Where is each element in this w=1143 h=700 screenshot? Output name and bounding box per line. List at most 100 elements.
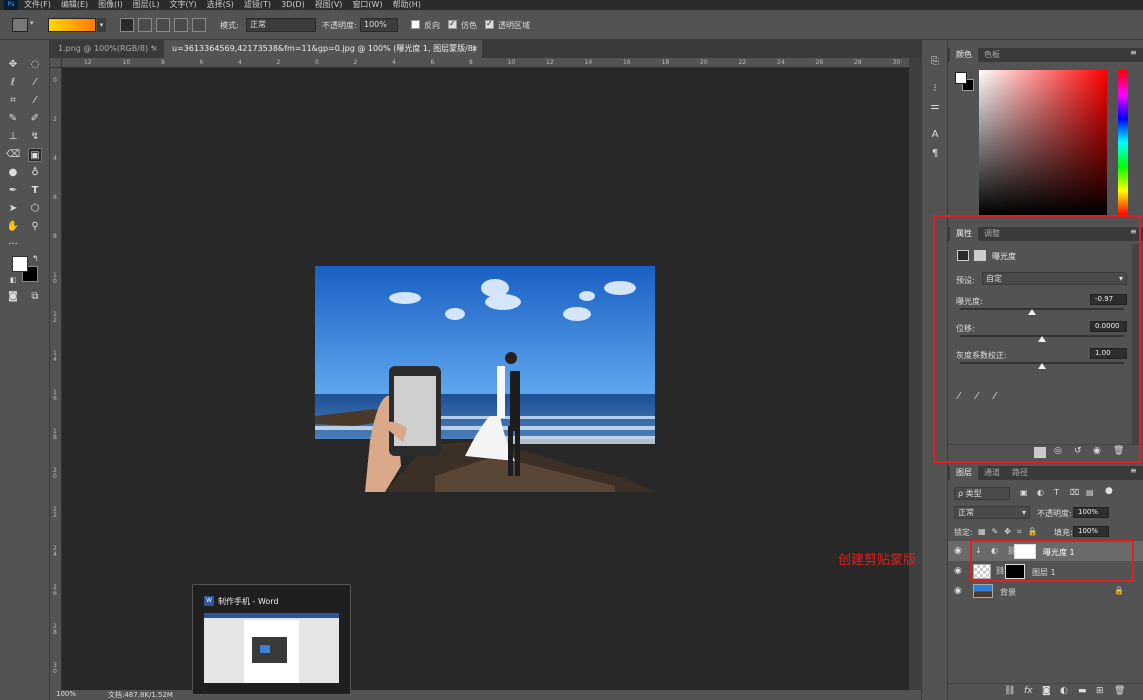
filter-type-icon[interactable]: T — [1054, 488, 1059, 497]
stamp-tool-icon[interactable]: ⊥ — [6, 130, 20, 144]
lasso-tool-icon[interactable]: ℓ — [6, 76, 20, 90]
menu-item[interactable]: 滤镜(T) — [244, 0, 271, 10]
gradient-tool-icon[interactable] — [12, 18, 28, 32]
menu-item[interactable]: 窗口(W) — [352, 0, 382, 10]
quick-mask-icon[interactable]: ◙ — [6, 290, 20, 304]
panel-menu-icon[interactable]: ≡ — [1130, 48, 1137, 57]
radial-gradient-button[interactable] — [138, 18, 152, 32]
layer-row-background[interactable]: ◉ 背景 🔒 — [948, 581, 1143, 601]
screen-mode-icon[interactable]: ⧉ — [28, 290, 42, 304]
gradient-swatch[interactable] — [48, 18, 96, 32]
vertical-scrollbar[interactable] — [909, 58, 921, 690]
layer-style-icon[interactable]: fx — [1024, 686, 1033, 696]
tab-paths[interactable]: 路径 — [1006, 466, 1034, 480]
type-tool-icon[interactable]: T — [28, 184, 42, 198]
fg-color-mini[interactable] — [955, 72, 967, 84]
delete-layer-icon[interactable]: 🗑 — [1114, 686, 1125, 696]
filter-shape-icon[interactable]: ⌧ — [1070, 488, 1079, 497]
dither-checkbox[interactable] — [448, 19, 457, 29]
adjustments-icon[interactable]: ⚌ — [928, 100, 942, 114]
pen-tool-icon[interactable]: ✒ — [6, 184, 20, 198]
filter-pixel-icon[interactable]: ▣ — [1020, 488, 1028, 497]
link-layers-icon[interactable]: ⛓ — [1004, 686, 1015, 696]
reverse-checkbox[interactable] — [411, 20, 420, 29]
lock-pixels-icons[interactable]: ▦✎✥⌗🔒 — [978, 527, 1043, 537]
document-image[interactable] — [315, 266, 655, 492]
history-brush-tool-icon[interactable]: ↯ — [28, 130, 42, 144]
marquee-tool-icon[interactable]: ◌ — [28, 58, 42, 72]
close-icon[interactable]: × — [471, 40, 478, 58]
layer-name[interactable]: 背景 — [1000, 587, 1016, 598]
path-select-tool-icon[interactable]: ➤ — [6, 202, 20, 216]
tab-1png[interactable]: 1.png @ 100%(RGB/8) * × — [50, 40, 162, 58]
new-layer-icon[interactable]: ⊞ — [1096, 686, 1104, 696]
dodge-tool-icon[interactable]: ♁ — [28, 166, 42, 180]
eye-icon[interactable]: ◉ — [954, 546, 962, 556]
layer-thumbnail[interactable] — [973, 584, 993, 598]
menu-item[interactable]: 编辑(E) — [61, 0, 88, 10]
transparency-checkbox[interactable] — [485, 19, 494, 29]
layer-filter-select[interactable]: ρ 类型 — [954, 487, 1010, 500]
filter-toggle-icon[interactable]: ● — [1105, 486, 1113, 496]
diamond-gradient-button[interactable] — [192, 18, 206, 32]
more-tools-icon[interactable]: ··· — [6, 238, 20, 252]
eyedropper-tool-icon[interactable]: ⁄ — [28, 94, 42, 108]
hue-slider[interactable] — [1118, 70, 1128, 215]
new-group-icon[interactable]: ▬ — [1078, 686, 1087, 696]
zoom-level[interactable]: 100% — [56, 690, 76, 698]
ruler-tick-label: 20 — [700, 59, 708, 66]
filter-adjustment-icon[interactable]: ◐ — [1037, 488, 1044, 497]
paragraph-icon[interactable]: ¶ — [928, 147, 942, 161]
close-icon[interactable]: × — [151, 40, 158, 58]
brush-tool-icon[interactable]: ✐ — [28, 112, 42, 126]
eye-icon[interactable]: ◉ — [954, 586, 962, 596]
tab-wedding-photo[interactable]: u=3613364569,42173538&fm=11&gp=0.jpg @ 1… — [164, 40, 482, 71]
zoom-tool-icon[interactable]: ⚲ — [28, 220, 42, 234]
tab-swatches[interactable]: 色板 — [978, 48, 1006, 62]
fill-input[interactable]: 100% — [1073, 526, 1109, 537]
add-mask-icon[interactable]: ◙ — [1042, 686, 1051, 696]
opacity-input[interactable]: 100% — [360, 18, 398, 32]
menu-item[interactable]: 3D(D) — [281, 0, 305, 10]
healing-tool-icon[interactable]: ✎ — [6, 112, 20, 126]
foreground-color-swatch[interactable] — [12, 256, 28, 272]
menu-item[interactable]: 视图(V) — [315, 0, 343, 10]
taskbar-thumbnail-word[interactable]: W 制作手机 - Word — [192, 584, 351, 695]
blur-tool-icon[interactable]: ● — [6, 166, 20, 180]
menu-item[interactable]: 图层(L) — [133, 0, 160, 10]
tab-layers[interactable]: 图层 — [950, 466, 978, 480]
mode-select[interactable]: 正常 — [246, 18, 316, 32]
menu-item[interactable]: 文字(Y) — [169, 0, 196, 10]
gradient-tool-selected-icon[interactable]: ▣ — [28, 148, 42, 162]
tool-preset-dropdown-icon[interactable]: ▾ — [30, 19, 34, 27]
menu-item[interactable]: 文件(F) — [24, 0, 51, 10]
ruler-tick-label: 18 — [661, 59, 670, 66]
swap-colors-icon[interactable]: ↰ — [32, 254, 39, 263]
tab-color[interactable]: 颜色 — [950, 48, 978, 62]
hand-tool-icon[interactable]: ✋ — [6, 220, 20, 234]
color-field[interactable] — [979, 70, 1107, 215]
new-adjustment-icon[interactable]: ◐ — [1060, 686, 1068, 696]
move-tool-icon[interactable]: ✥ — [6, 58, 20, 72]
reflected-gradient-button[interactable] — [174, 18, 188, 32]
history-icon[interactable]: ⎘ — [928, 55, 942, 69]
menu-item[interactable]: 图像(I) — [98, 0, 123, 10]
shape-tool-icon[interactable]: ⬡ — [28, 202, 42, 216]
menu-item[interactable]: 选择(S) — [207, 0, 234, 10]
menu-item[interactable]: 帮助(H) — [393, 0, 421, 10]
brush-settings-icon[interactable]: ⁝ — [928, 82, 942, 96]
gradient-dropdown-icon[interactable]: ▾ — [97, 18, 106, 32]
eraser-tool-icon[interactable]: ⌫ — [6, 148, 20, 162]
tab-channels[interactable]: 通道 — [978, 466, 1006, 480]
panel-menu-icon[interactable]: ≡ — [1130, 466, 1137, 475]
quick-select-tool-icon[interactable]: ⁄ — [28, 76, 42, 90]
blend-mode-select[interactable]: 正常 ▾ — [954, 506, 1030, 519]
character-icon[interactable]: A — [928, 128, 942, 142]
eye-icon[interactable]: ◉ — [954, 566, 962, 576]
filter-smart-object-icon[interactable]: ▤ — [1086, 488, 1094, 497]
default-colors-icon[interactable]: ◧ — [10, 276, 17, 284]
linear-gradient-button[interactable] — [120, 18, 134, 32]
layer-opacity-input[interactable]: 100% — [1073, 507, 1109, 518]
crop-tool-icon[interactable]: ⌗ — [6, 94, 20, 108]
angle-gradient-button[interactable] — [156, 18, 170, 32]
